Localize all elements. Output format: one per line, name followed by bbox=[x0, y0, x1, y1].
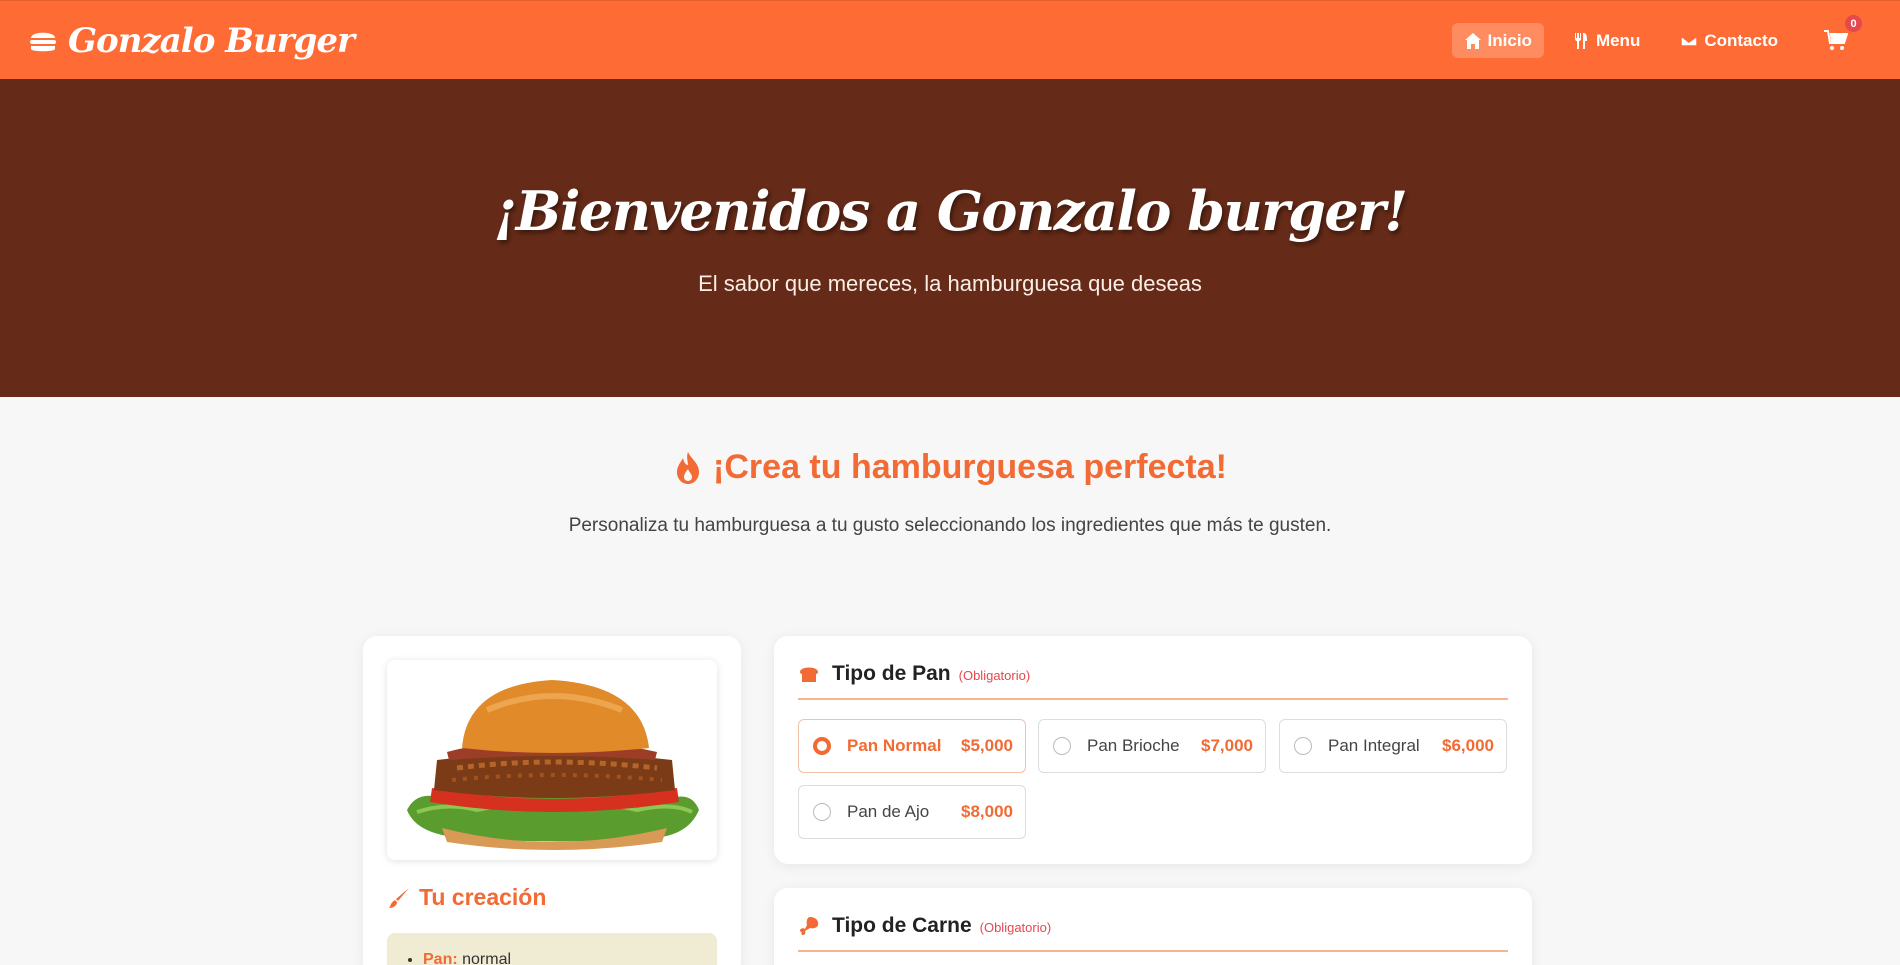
option-pan-de-ajo[interactable]: Pan de Ajo $8,000 bbox=[798, 785, 1026, 839]
option-pan-brioche[interactable]: Pan Brioche $7,000 bbox=[1038, 719, 1266, 773]
option-name: Pan Brioche bbox=[1087, 736, 1180, 755]
utensils-icon bbox=[1574, 32, 1587, 49]
drumstick-icon bbox=[799, 917, 819, 935]
carne-required-label: (Obligatorio) bbox=[979, 920, 1052, 935]
brand-name: Gonzalo Burger bbox=[68, 21, 355, 61]
pan-required-label: (Obligatorio) bbox=[958, 668, 1031, 683]
cart-button[interactable]: 0 bbox=[1820, 15, 1862, 58]
navbar: Gonzalo Burger Inicio Menu Contacto 0 bbox=[0, 0, 1900, 79]
carne-section: Tipo de Carne (Obligatorio) bbox=[774, 888, 1532, 965]
burger-illustration bbox=[407, 680, 699, 850]
pan-section-title: Tipo de Pan bbox=[832, 662, 951, 685]
envelope-icon bbox=[1680, 34, 1699, 47]
summary-value: normal bbox=[462, 951, 512, 965]
divider bbox=[798, 950, 1508, 952]
creation-title-text: Tu creación bbox=[419, 884, 547, 910]
brand-logo[interactable]: Gonzalo Burger bbox=[28, 19, 355, 63]
nav-menu[interactable]: Menu bbox=[1560, 23, 1652, 58]
fire-icon bbox=[677, 451, 700, 484]
option-price: $6,000 bbox=[1442, 736, 1494, 755]
option-price: $7,000 bbox=[1201, 736, 1253, 755]
option-price: $8,000 bbox=[961, 802, 1013, 821]
summary-item-pan: Pan: normal bbox=[423, 951, 717, 965]
burger-preview-image bbox=[387, 660, 717, 860]
bread-icon bbox=[800, 667, 818, 682]
carne-section-title: Tipo de Carne bbox=[832, 914, 972, 937]
pan-section: Tipo de Pan (Obligatorio) Pan Normal $5,… bbox=[774, 636, 1532, 864]
builder-title-text: ¡Crea tu hamburguesa perfecta! bbox=[713, 448, 1227, 486]
creation-card: Tu creación Pan: normal bbox=[363, 636, 741, 965]
radio-pan-integral[interactable] bbox=[1294, 737, 1312, 755]
nav-inicio[interactable]: Inicio bbox=[1451, 23, 1544, 58]
burger-icon bbox=[30, 32, 56, 52]
home-icon bbox=[1464, 32, 1481, 49]
option-name: Pan de Ajo bbox=[847, 802, 930, 821]
option-pan-integral[interactable]: Pan Integral $6,000 bbox=[1279, 719, 1507, 773]
summary-key: Pan: bbox=[423, 951, 458, 965]
builder-subtitle: Personaliza tu hamburguesa a tu gusto se… bbox=[568, 515, 1332, 536]
divider bbox=[798, 698, 1508, 700]
hero-title: ¡Bienvenidos a Gonzalo burger! bbox=[493, 179, 1408, 243]
nav-inicio-label: Inicio bbox=[1487, 30, 1532, 50]
radio-pan-brioche[interactable] bbox=[1053, 737, 1071, 755]
option-name: Pan Integral bbox=[1328, 736, 1420, 755]
option-pan-normal[interactable]: Pan Normal $5,000 bbox=[798, 719, 1026, 773]
nav-contacto[interactable]: Contacto bbox=[1668, 23, 1790, 58]
radio-pan-de-ajo[interactable] bbox=[813, 803, 831, 821]
radio-pan-normal[interactable] bbox=[813, 737, 831, 755]
brush-icon bbox=[389, 887, 409, 908]
nav-contacto-label: Contacto bbox=[1704, 30, 1778, 50]
cart-count-badge: 0 bbox=[1845, 15, 1862, 32]
hero-subtitle: El sabor que mereces, la hamburguesa que… bbox=[698, 271, 1202, 296]
main-nav: Inicio Menu Contacto 0 bbox=[1451, 15, 1862, 58]
nav-menu-label: Menu bbox=[1595, 30, 1641, 50]
shopping-cart-icon bbox=[1824, 29, 1848, 50]
builder-title: ¡Crea tu hamburguesa perfecta! bbox=[0, 448, 1900, 487]
pan-section-header: Tipo de Pan (Obligatorio) bbox=[798, 662, 1030, 686]
option-price: $5,000 bbox=[961, 736, 1013, 755]
hero-banner: ¡Bienvenidos a Gonzalo burger! El sabor … bbox=[0, 79, 1900, 397]
creation-title: Tu creación bbox=[387, 884, 546, 911]
option-name: Pan Normal bbox=[847, 736, 942, 755]
carne-section-header: Tipo de Carne (Obligatorio) bbox=[798, 914, 1051, 938]
creation-summary: Pan: normal bbox=[387, 933, 717, 965]
